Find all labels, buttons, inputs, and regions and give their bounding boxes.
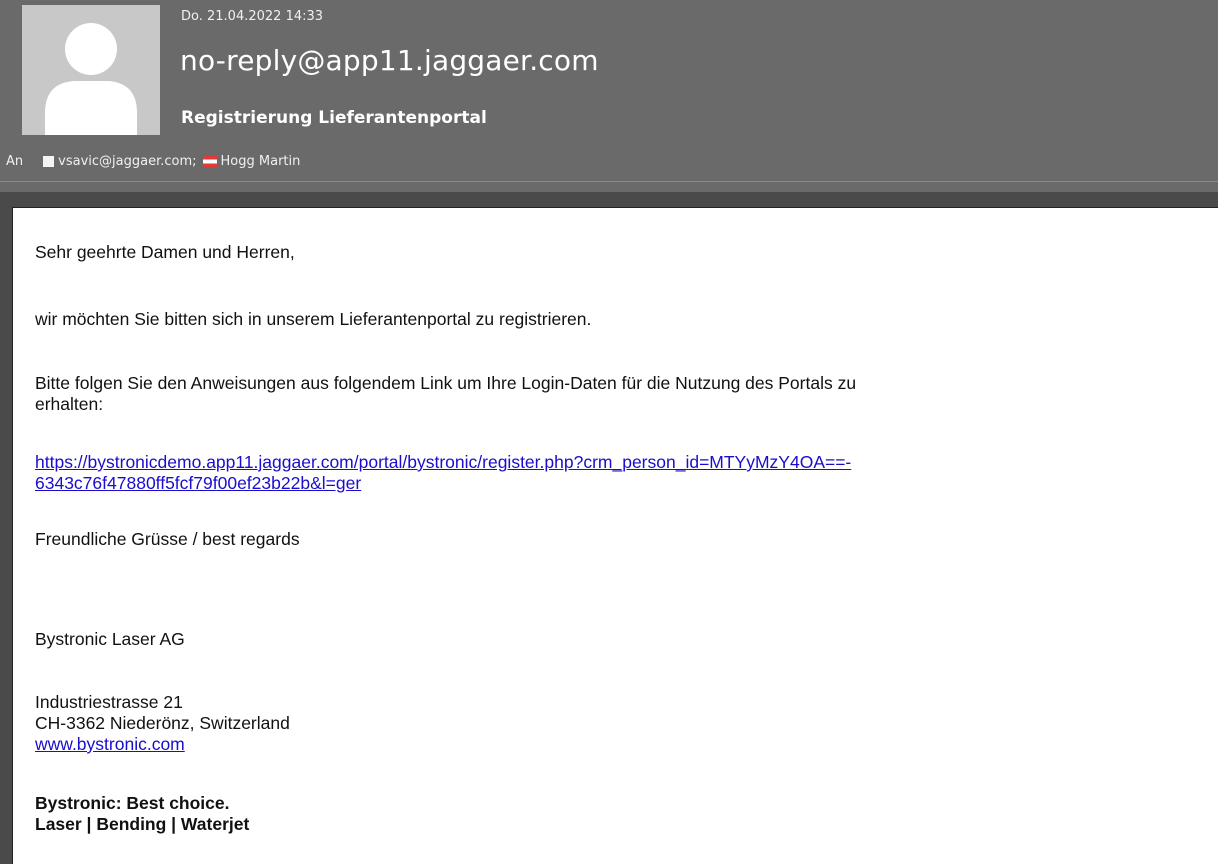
company-name: Bystronic Laser AG (35, 629, 185, 649)
email-body: Sehr geehrte Damen und Herren, wir möcht… (12, 207, 1218, 864)
tagline-line-1: Bystronic: Best choice. (35, 793, 230, 813)
registration-link-line-1: https://bystronicdemo.app11.jaggaer.com/… (35, 452, 852, 472)
instructions-line-1: Bitte folgen Sie den Anweisungen aus fol… (35, 373, 857, 393)
tagline-line-2: Laser | Bending | Waterjet (35, 814, 250, 834)
registration-link-line-2: 6343c76f47880ff5fcf79f00ef23b22b&l=ger (35, 473, 362, 493)
address-city: CH-3362 Niederönz, Switzerland (35, 713, 290, 733)
email-subject: Registrierung Lieferantenportal (181, 108, 487, 128)
email-header: Do. 21.04.2022 14:33 no-reply@app11.jagg… (0, 0, 1218, 192)
recipients-row: An vsavic@jaggaer.com; Hogg Martin (6, 154, 300, 169)
sender-address[interactable]: no-reply@app11.jaggaer.com (180, 44, 599, 77)
to-label: An (6, 154, 24, 169)
paragraph-request: wir möchten Sie bitten sich in unserem L… (35, 309, 592, 329)
registration-link-block: https://bystronicdemo.app11.jaggaer.com/… (35, 452, 1155, 494)
registration-link[interactable]: https://bystronicdemo.app11.jaggaer.com/… (35, 452, 851, 493)
square-icon (43, 156, 55, 167)
paragraph-instructions: Bitte folgen Sie den Anweisungen aus fol… (35, 373, 1155, 415)
recipient-1[interactable]: vsavic@jaggaer.com; (58, 154, 196, 169)
header-divider (0, 181, 1218, 182)
person-avatar-icon[interactable] (22, 5, 160, 135)
instructions-line-2: erhalten: (35, 394, 104, 414)
avatar-silhouette (45, 23, 137, 135)
flag-icon (202, 156, 217, 167)
address-street: Industriestrasse 21 (35, 692, 183, 712)
greeting: Sehr geehrte Damen und Herren, (35, 242, 295, 262)
recipient-2[interactable]: Hogg Martin (221, 154, 301, 169)
sent-date: Do. 21.04.2022 14:33 (181, 9, 324, 24)
company-tagline: Bystronic: Best choice. Laser | Bending … (35, 793, 249, 835)
company-address: Industriestrasse 21 CH-3362 Niederönz, S… (35, 692, 290, 755)
closing: Freundliche Grüsse / best regards (35, 529, 300, 549)
website-link[interactable]: www.bystronic.com (35, 734, 185, 754)
